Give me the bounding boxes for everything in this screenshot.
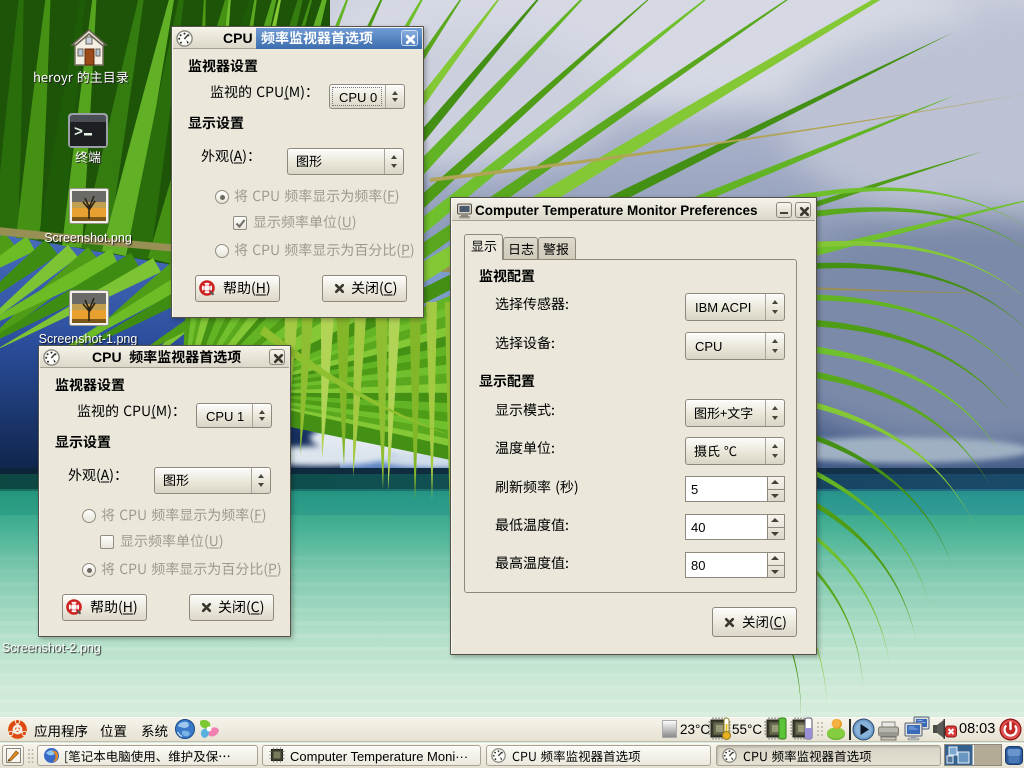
svg-text:>: > (74, 124, 83, 141)
